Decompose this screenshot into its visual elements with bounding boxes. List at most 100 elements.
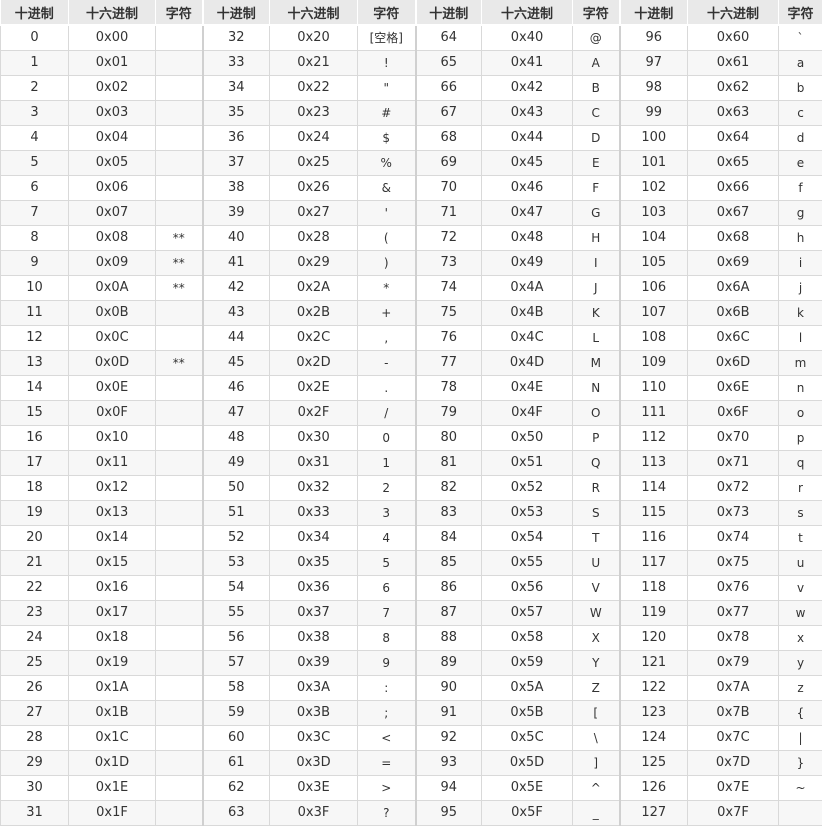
dec-cell: 82 [414,474,482,501]
dec-cell: 5 [0,149,69,176]
dec-header: 十进制 [201,0,270,26]
char-cell [155,649,203,676]
char-cell [155,299,203,326]
hex-cell: 0x63 [687,99,779,126]
char-cell: o [778,399,822,426]
dec-cell: 75 [414,299,482,326]
char-cell: V [572,574,620,601]
table-row: 26 0x1A 58 0x3A:90 0x5A Z 122 0x7A z [0,674,822,701]
dec-cell: 111 [618,399,688,426]
dec-cell: 2 [0,74,69,101]
hex-cell: 0x03 [68,99,156,126]
hex-cell: 0x73 [687,499,779,526]
char-cell: u [778,549,822,576]
table-row: 29 0x1D 61 0x3D = 93 0x5D] 125 0x7D} [0,749,822,776]
hex-cell: 0x1E [68,774,156,801]
hex-cell: 0x4B [481,299,573,326]
dec-cell: 28 [0,724,69,751]
hex-cell: 0x2D [269,349,358,376]
hex-cell: 0x55 [481,549,573,576]
header-row: 十进制 十六进制 字符 十进制 十六进制 字符 十进制 十六进制 字符 十进制 … [0,0,822,26]
dec-cell: 70 [414,174,482,201]
char-cell: | [778,724,822,751]
hex-header: 十六进制 [269,0,358,26]
dec-cell: 121 [618,649,688,676]
dec-cell: 63 [201,799,270,826]
dec-cell: 102 [618,174,688,201]
dec-cell: 79 [414,399,482,426]
char-cell: p [778,424,822,451]
dec-cell: 97 [618,49,688,76]
char-cell: I [572,249,620,276]
hex-cell: 0x77 [687,599,779,626]
char-cell: 5 [357,549,416,576]
dec-cell: 9 [0,249,69,276]
table-body: 0 0x00 32 0x20 [空格] 64 0x40 @96 0x60 ` 1 0x01 33 0x21… [0,24,822,826]
char-cell [155,724,203,751]
dec-cell: 109 [618,349,688,376]
dec-cell: 42 [201,274,270,301]
char-cell: / [357,399,416,426]
hex-cell: 0x2F [269,399,358,426]
dec-cell: 59 [201,699,270,726]
char-cell: { [778,699,822,726]
table-row: 5 0x05 37 0x25% 69 0x45 E 101 0x65 e [0,149,822,176]
char-cell [155,399,203,426]
hex-cell: 0x28 [269,224,358,251]
char-cell: > [357,774,416,801]
dec-cell: 93 [414,749,482,776]
char-cell: W [572,599,620,626]
dec-cell: 44 [201,324,270,351]
char-cell: L [572,324,620,351]
hex-cell: 0x60 [687,24,779,51]
dec-cell: 50 [201,474,270,501]
char-cell: m [778,349,822,376]
char-cell: 2 [357,474,416,501]
dec-cell: 100 [618,124,688,151]
table-row: 25 0x19 57 0x39 9 89 0x59 Y 121 0x79 y [0,649,822,676]
dec-cell: 49 [201,449,270,476]
char-cell: } [778,749,822,776]
char-cell: Y [572,649,620,676]
hex-cell: 0x65 [687,149,779,176]
char-cell: r [778,474,822,501]
char-cell: = [357,749,416,776]
char-header: 字符 [155,0,203,26]
table-row: 30 0x1E 62 0x3E >94 0x5E ^ 126 0x7E ~ [0,774,822,801]
dec-cell: 76 [414,324,482,351]
hex-cell: 0x3A [269,674,358,701]
table-row: 0 0x00 32 0x20 [空格] 64 0x40 @96 0x60 ` [0,24,822,51]
char-cell [155,99,203,126]
dec-cell: 17 [0,449,69,476]
dec-header: 十进制 [0,0,69,26]
hex-cell: 0x4D [481,349,573,376]
dec-cell: 113 [618,449,688,476]
char-cell: q [778,449,822,476]
hex-cell: 0x57 [481,599,573,626]
hex-cell: 0x25 [269,149,358,176]
hex-cell: 0x61 [687,49,779,76]
char-cell: & [357,174,416,201]
dec-cell: 1 [0,49,69,76]
hex-cell: 0x6D [687,349,779,376]
hex-cell: 0x26 [269,174,358,201]
char-cell: y [778,649,822,676]
dec-cell: 27 [0,699,69,726]
hex-cell: 0x42 [481,74,573,101]
dec-cell: 30 [0,774,69,801]
char-cell: J [572,274,620,301]
char-cell: f [778,174,822,201]
hex-cell: 0x06 [68,174,156,201]
char-cell: E [572,149,620,176]
char-cell: H [572,224,620,251]
table-row: 7 0x07 39 0x27 ' 71 0x47 G 103 0x67 g [0,199,822,226]
dec-cell: 120 [618,624,688,651]
dec-cell: 13 [0,349,69,376]
char-cell: d [778,124,822,151]
char-cell [155,149,203,176]
dec-cell: 81 [414,449,482,476]
hex-cell: 0x5F [481,799,573,826]
char-cell: F [572,174,620,201]
hex-cell: 0x7E [687,774,779,801]
char-cell: : [357,674,416,701]
